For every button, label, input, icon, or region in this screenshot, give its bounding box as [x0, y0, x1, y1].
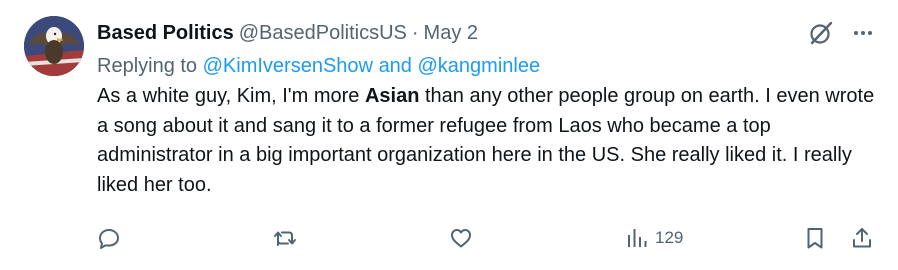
repost-icon — [274, 231, 296, 246]
views-icon — [628, 229, 647, 247]
views-button[interactable]: 129 — [625, 222, 683, 254]
share-icon — [853, 228, 871, 248]
reply-button[interactable] — [97, 222, 121, 254]
reply-icon — [99, 229, 119, 249]
replying-prefix: Replying to — [97, 55, 198, 77]
tweet-container[interactable]: Based Politics @BasedPoliticsUS · May 2 … — [0, 0, 898, 270]
reply-and[interactable]: and — [379, 55, 412, 77]
reply-mention-kimiversenshow[interactable]: @KimIversenShow — [203, 55, 373, 77]
tweet-text-part1: As a white guy, Kim, I'm more — [97, 85, 365, 107]
like-icon — [451, 229, 471, 248]
display-name[interactable]: Based Politics — [97, 18, 234, 48]
action-bar: 129 — [97, 222, 876, 254]
repost-button[interactable] — [273, 222, 297, 254]
grok-icon[interactable] — [808, 20, 834, 46]
like-button[interactable] — [449, 222, 473, 254]
bookmark-button[interactable] — [803, 222, 827, 254]
reply-mention-kangminlee[interactable]: @kangminlee — [418, 55, 541, 77]
user-handle[interactable]: @BasedPoliticsUS — [239, 18, 407, 48]
tweet-date[interactable]: May 2 — [424, 18, 478, 48]
tweet-header: Based Politics @BasedPoliticsUS · May 2 — [97, 18, 874, 48]
avatar[interactable] — [24, 16, 84, 76]
separator-dot: · — [411, 22, 419, 44]
share-button[interactable] — [850, 222, 874, 254]
avatar-eagle-icon — [24, 16, 84, 76]
more-icon[interactable] — [852, 22, 874, 44]
views-count: 129 — [655, 228, 684, 247]
tweet-text: As a white guy, Kim, I'm more Asian than… — [97, 82, 887, 200]
replying-to: Replying to @KimIversenShow and @kangmin… — [97, 52, 874, 80]
bookmark-icon — [807, 228, 823, 249]
tweet-text-bold: Asian — [364, 85, 420, 107]
